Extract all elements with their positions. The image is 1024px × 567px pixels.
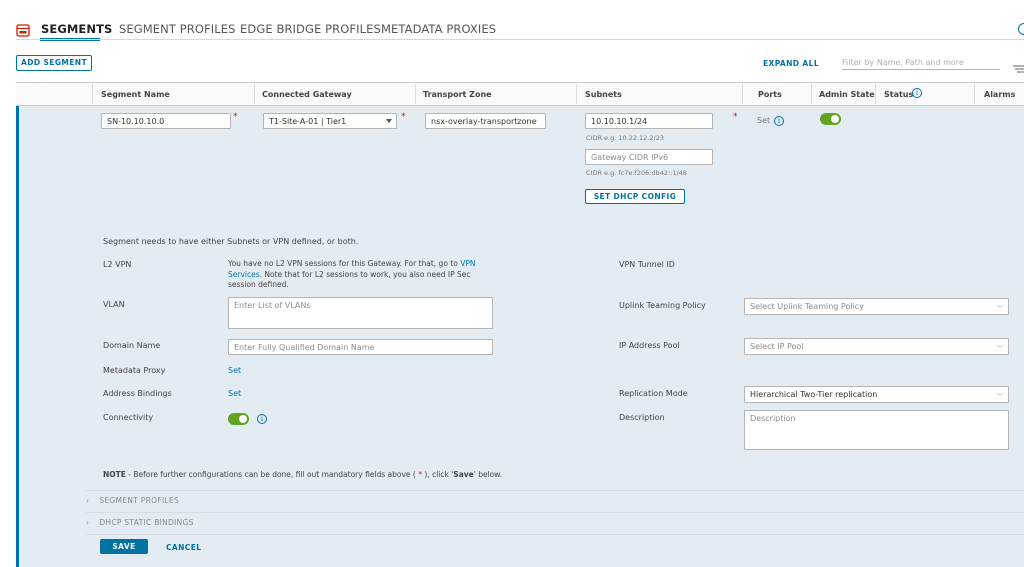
col-segment-name[interactable]: Segment Name — [101, 90, 170, 99]
status-info-icon[interactable]: i — [912, 88, 922, 98]
cidr-hint: CIDR e.g. 10.22.12.2/23 — [586, 134, 664, 142]
tab-metadata-proxies[interactable]: METADATA PROXIES — [381, 22, 496, 36]
metadata-proxy-set-link[interactable]: Set — [228, 366, 241, 375]
add-segment-button[interactable]: ADD SEGMENT — [16, 55, 92, 71]
vpn-tunnel-id-label: VPN Tunnel ID — [619, 260, 675, 269]
cancel-button[interactable]: CANCEL — [166, 543, 201, 552]
chevron-down-icon: ⌵ — [997, 301, 1004, 310]
vpn-services-link[interactable]: Services — [228, 270, 260, 279]
col-sep — [742, 84, 743, 104]
column-toggle-icon[interactable] — [1013, 58, 1024, 73]
ip-pool-select[interactable]: Select IP Pool — [744, 338, 1009, 355]
col-alarms[interactable]: Alarms — [984, 90, 1015, 99]
note-text-3: ' below. — [473, 470, 503, 479]
vlan-label: VLAN — [103, 300, 125, 309]
chevron-down-icon: ⌵ — [531, 116, 538, 125]
required-marker: * — [401, 112, 406, 122]
save-button[interactable]: SAVE — [100, 539, 148, 554]
connectivity-label: Connectivity — [103, 413, 154, 422]
col-ports[interactable]: Ports — [758, 90, 782, 99]
cidr-ipv6-hint: CIDR e.g. fc7e:f206:db42::1/48 — [586, 169, 687, 177]
subnet-input[interactable]: 10.10.10.1/24 — [585, 113, 713, 129]
domain-name-label: Domain Name — [103, 341, 161, 350]
replication-mode-label: Replication Mode — [619, 389, 688, 398]
gateway-cidr-ipv6-input[interactable]: Gateway CIDR IPv6 — [585, 149, 713, 165]
col-transport-zone[interactable]: Transport Zone — [423, 90, 492, 99]
l2vpn-text-2: . Note that for L2 sessions to work, you… — [259, 269, 471, 279]
metadata-proxy-label: Metadata Proxy — [103, 366, 166, 375]
expand-all-button[interactable]: EXPAND ALL — [763, 59, 819, 68]
connected-gateway-select[interactable]: T1-Site-A-01 | Tier1 — [263, 113, 397, 129]
l2vpn-label: L2 VPN — [103, 260, 132, 269]
uplink-teaming-label: Uplink Teaming Policy — [619, 301, 706, 310]
segment-name-input[interactable]: SN-10.10.10.0 — [101, 113, 231, 129]
description-label: Description — [619, 413, 665, 422]
transport-zone-select[interactable]: nsx-overlay-transportzone — [425, 113, 546, 129]
col-subnets[interactable]: Subnets — [585, 90, 622, 99]
required-marker: * — [233, 112, 238, 122]
mandatory-fields-note: NOTE - Before further configurations can… — [103, 470, 502, 479]
vpn-link[interactable]: VPN — [460, 259, 475, 268]
note-bold: NOTE — [103, 470, 126, 479]
col-sep — [576, 84, 577, 104]
tab-segment-profiles[interactable]: SEGMENT PROFILES — [119, 22, 236, 36]
col-sep — [415, 84, 416, 104]
dhcp-static-bindings-label: DHCP STATIC BINDINGS — [99, 518, 194, 527]
admin-state-toggle[interactable] — [820, 113, 841, 125]
subnets-vpn-notice: Segment needs to have either Subnets or … — [103, 237, 359, 246]
tabs-divider — [16, 39, 1024, 40]
note-text-1: - Before further configurations can be d… — [125, 470, 419, 479]
l2vpn-message: You have no L2 VPN sessions for this Gat… — [228, 259, 498, 291]
tab-segments[interactable]: SEGMENTS — [41, 22, 112, 36]
filter-input[interactable]: Filter by Name, Path and more — [842, 58, 1000, 70]
tab-edge-bridge-profiles[interactable]: EDGE BRIDGE PROFILES — [240, 22, 381, 36]
chevron-right-icon: › — [86, 496, 90, 505]
chevron-right-icon: › — [86, 518, 90, 527]
uplink-teaming-select[interactable]: Select Uplink Teaming Policy — [744, 298, 1009, 315]
transport-zone-value: nsx-overlay-transportzone — [431, 117, 537, 126]
segment-profiles-section[interactable]: › SEGMENT PROFILES — [86, 496, 179, 505]
col-sep — [254, 84, 255, 104]
address-bindings-label: Address Bindings — [103, 389, 172, 398]
connectivity-toggle[interactable] — [228, 413, 249, 425]
note-text-2: ), click ' — [422, 470, 454, 479]
ports-set-link[interactable]: Set — [757, 116, 770, 125]
segments-app-icon — [16, 22, 30, 37]
col-admin-state[interactable]: Admin State — [819, 90, 875, 99]
col-sep — [811, 84, 812, 104]
col-sep — [875, 84, 876, 104]
vlan-textarea[interactable]: Enter List of VLANs — [228, 297, 493, 329]
dhcp-static-bindings-section[interactable]: › DHCP STATIC BINDINGS — [86, 518, 194, 527]
col-connected-gateway[interactable]: Connected Gateway — [262, 90, 352, 99]
col-sep — [92, 84, 93, 104]
section-divider — [86, 490, 1024, 491]
ip-address-pool-label: IP Address Pool — [619, 341, 680, 350]
replication-mode-select[interactable]: Hierarchical Two-Tier replication — [744, 386, 1009, 403]
connected-gateway-value: T1-Site-A-01 | Tier1 — [269, 117, 347, 126]
col-status[interactable]: Status — [884, 90, 913, 99]
domain-name-input[interactable]: Enter Fully Qualified Domain Name — [228, 339, 493, 355]
required-marker: * — [733, 112, 738, 122]
col-sep — [974, 84, 975, 104]
connectivity-info-icon[interactable]: i — [257, 414, 267, 424]
ports-info-icon[interactable]: i — [774, 116, 784, 126]
l2vpn-text-3: session defined. — [228, 280, 289, 289]
segment-profiles-label: SEGMENT PROFILES — [99, 496, 180, 505]
note-save: Save — [453, 470, 474, 479]
l2vpn-text-1: You have no L2 VPN sessions for this Gat… — [228, 259, 461, 268]
section-divider — [86, 512, 1024, 513]
caret-down-icon — [386, 119, 392, 123]
address-bindings-set-link[interactable]: Set — [228, 389, 241, 398]
chevron-down-icon: ⌵ — [997, 389, 1004, 398]
description-textarea[interactable]: Description — [744, 410, 1009, 450]
set-dhcp-config-button[interactable]: SET DHCP CONFIG — [585, 189, 685, 204]
section-divider — [86, 534, 1024, 535]
help-icon[interactable] — [1018, 23, 1024, 35]
chevron-down-icon: ⌵ — [997, 341, 1004, 350]
